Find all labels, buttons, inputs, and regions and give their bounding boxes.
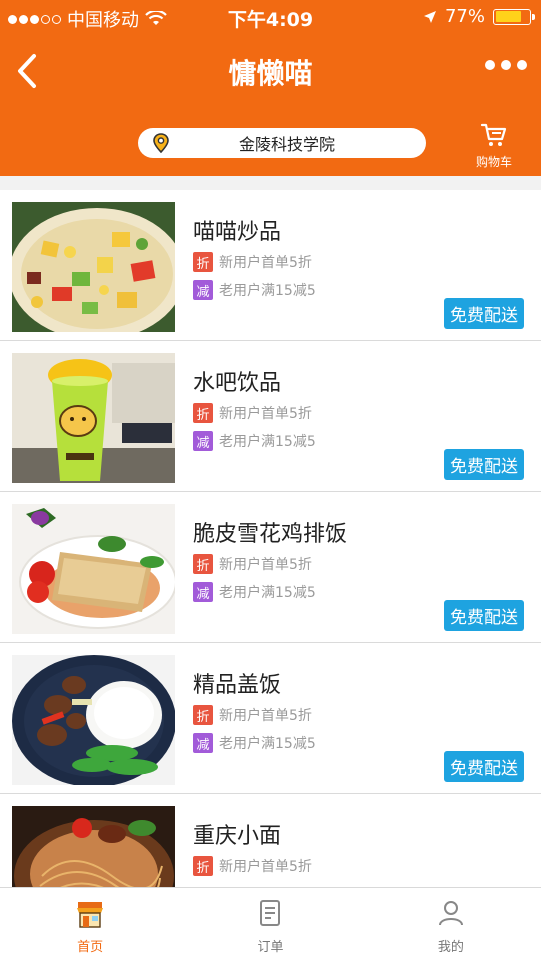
free-delivery-badge: 免费配送 (444, 751, 524, 782)
discount-tag: 折 (193, 705, 213, 725)
shop-name: 喵喵炒品 (193, 220, 282, 245)
shop-image (12, 353, 175, 483)
discount-tag: 折 (193, 856, 213, 876)
tab-orders[interactable]: 订单 (180, 888, 360, 960)
list-item[interactable]: 喵喵炒品 折新用户首单5折 减老用户满15减5 免费配送 (0, 190, 541, 341)
discount-tag: 折 (193, 252, 213, 272)
promo-new-user: 折新用户首单5折 (193, 554, 312, 574)
map-pin-icon (153, 133, 169, 154)
promo-text: 老用户满15减5 (219, 585, 316, 601)
reduce-tag: 减 (193, 582, 213, 602)
promo-new-user: 折新用户首单5折 (193, 705, 312, 725)
list-item[interactable]: 脆皮雪花鸡排饭 折新用户首单5折 减老用户满15减5 免费配送 (0, 492, 541, 643)
reduce-tag: 减 (193, 733, 213, 753)
list-item[interactable]: 精品盖饭 折新用户首单5折 减老用户满15减5 免费配送 (0, 643, 541, 794)
order-list-icon (260, 900, 281, 926)
promo-text: 新用户首单5折 (219, 708, 312, 724)
shop-name: 水吧饮品 (193, 371, 282, 396)
tab-profile[interactable]: 我的 (361, 888, 541, 960)
cart-icon (480, 123, 507, 146)
more-dot (485, 60, 495, 70)
tab-home[interactable]: 首页 (0, 888, 180, 960)
status-bar: 中国移动 下午4:09 77% (0, 0, 541, 34)
user-icon (438, 901, 463, 926)
battery-percent: 77% (444, 6, 485, 27)
nav-bar: 慵懒喵 (0, 38, 541, 106)
shop-image (12, 202, 175, 332)
location-text: 金陵科技学院 (238, 135, 335, 154)
promo-old-user: 减老用户满15减5 (193, 733, 316, 753)
discount-tag: 折 (193, 554, 213, 574)
promo-text: 老用户满15减5 (219, 283, 316, 299)
free-delivery-badge: 免费配送 (444, 600, 524, 631)
location-arrow-icon (423, 10, 436, 23)
promo-text: 老用户满15减5 (219, 736, 316, 752)
tab-bar: 首页 订单 我的 (0, 887, 541, 960)
battery-icon (493, 8, 535, 25)
shop-name: 脆皮雪花鸡排饭 (193, 522, 348, 547)
reduce-tag: 减 (193, 431, 213, 451)
promo-new-user: 折新用户首单5折 (193, 856, 312, 876)
discount-tag: 折 (193, 403, 213, 423)
cart-label: 购物车 (475, 155, 512, 169)
shop-name: 精品盖饭 (193, 673, 282, 698)
store-icon (77, 902, 104, 928)
tab-label: 首页 (77, 940, 104, 955)
page-title: 慵懒喵 (228, 57, 313, 90)
promo-text: 新用户首单5折 (219, 406, 312, 422)
promo-text: 新用户首单5折 (219, 859, 312, 875)
cart-button[interactable]: 购物车 (469, 122, 519, 170)
reduce-tag: 减 (193, 280, 213, 300)
shop-list: 喵喵炒品 折新用户首单5折 减老用户满15减5 免费配送 水吧饮品 折新用户首单… (0, 190, 541, 945)
more-dot (501, 60, 511, 70)
free-delivery-badge: 免费配送 (444, 298, 524, 329)
list-item[interactable]: 水吧饮品 折新用户首单5折 减老用户满15减5 免费配送 (0, 341, 541, 492)
promo-old-user: 减老用户满15减5 (193, 582, 316, 602)
tab-label: 订单 (257, 940, 284, 955)
tab-label: 我的 (437, 940, 464, 955)
shop-image (12, 655, 175, 785)
location-selector[interactable]: 金陵科技学院 (138, 128, 426, 158)
more-button[interactable] (485, 60, 527, 70)
promo-old-user: 减老用户满15减5 (193, 431, 316, 451)
promo-text: 新用户首单5折 (219, 255, 312, 271)
more-dot (517, 60, 527, 70)
promo-text: 老用户满15减5 (219, 434, 316, 450)
shop-image (12, 504, 175, 634)
free-delivery-badge: 免费配送 (444, 449, 524, 480)
promo-new-user: 折新用户首单5折 (193, 252, 312, 272)
promo-new-user: 折新用户首单5折 (193, 403, 312, 423)
promo-text: 新用户首单5折 (219, 557, 312, 573)
shop-name: 重庆小面 (193, 824, 282, 849)
promo-old-user: 减老用户满15减5 (193, 280, 316, 300)
